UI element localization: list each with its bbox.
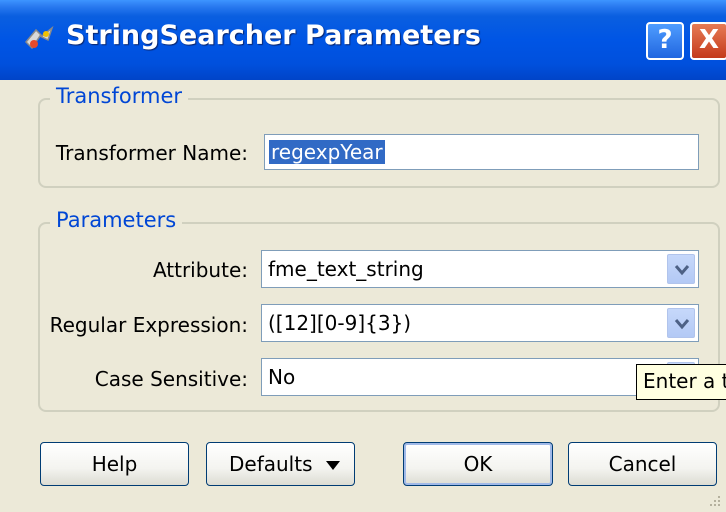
chevron-down-icon [674,319,690,330]
cancel-button[interactable]: Cancel [568,442,717,486]
help-button[interactable]: Help [40,442,189,486]
title-bar[interactable]: StringSearcher Parameters ? X [0,0,726,80]
resize-grip-icon[interactable] [708,494,722,508]
defaults-button[interactable]: Defaults [206,442,355,486]
close-icon[interactable]: X [690,22,726,60]
window-title: StringSearcher Parameters [66,20,481,51]
case-sensitive-select[interactable]: No [261,358,699,396]
dialog-window: StringSearcher Parameters ? X Transforme… [0,0,726,512]
caret-down-icon [326,461,340,470]
regex-label: Regular Expression: [49,313,248,337]
chevron-down-icon [674,265,690,276]
regex-value: ([12][0-9]{3}) [268,311,412,335]
transformer-group-legend: Transformer [50,84,189,108]
parameters-group-legend: Parameters [50,208,183,232]
ok-button[interactable]: OK [403,442,553,486]
transformer-name-label: Transformer Name: [55,141,248,165]
attribute-value: fme_text_string [268,257,424,281]
attribute-label: Attribute: [152,258,248,282]
transformer-name-input[interactable]: regexpYear [264,134,699,170]
defaults-button-label: Defaults [229,452,313,476]
attribute-dropdown-button[interactable] [667,254,695,284]
attribute-select[interactable]: fme_text_string [261,250,699,288]
regex-select[interactable]: ([12][0-9]{3}) [261,304,699,342]
case-sensitive-value: No [268,365,296,389]
case-sensitive-label: Case Sensitive: [94,367,248,391]
help-icon[interactable]: ? [646,22,684,60]
tooltip: Enter a t [636,364,726,400]
transformer-name-value: regexpYear [269,140,385,164]
regex-dropdown-button[interactable] [667,308,695,338]
app-icon [24,25,54,50]
